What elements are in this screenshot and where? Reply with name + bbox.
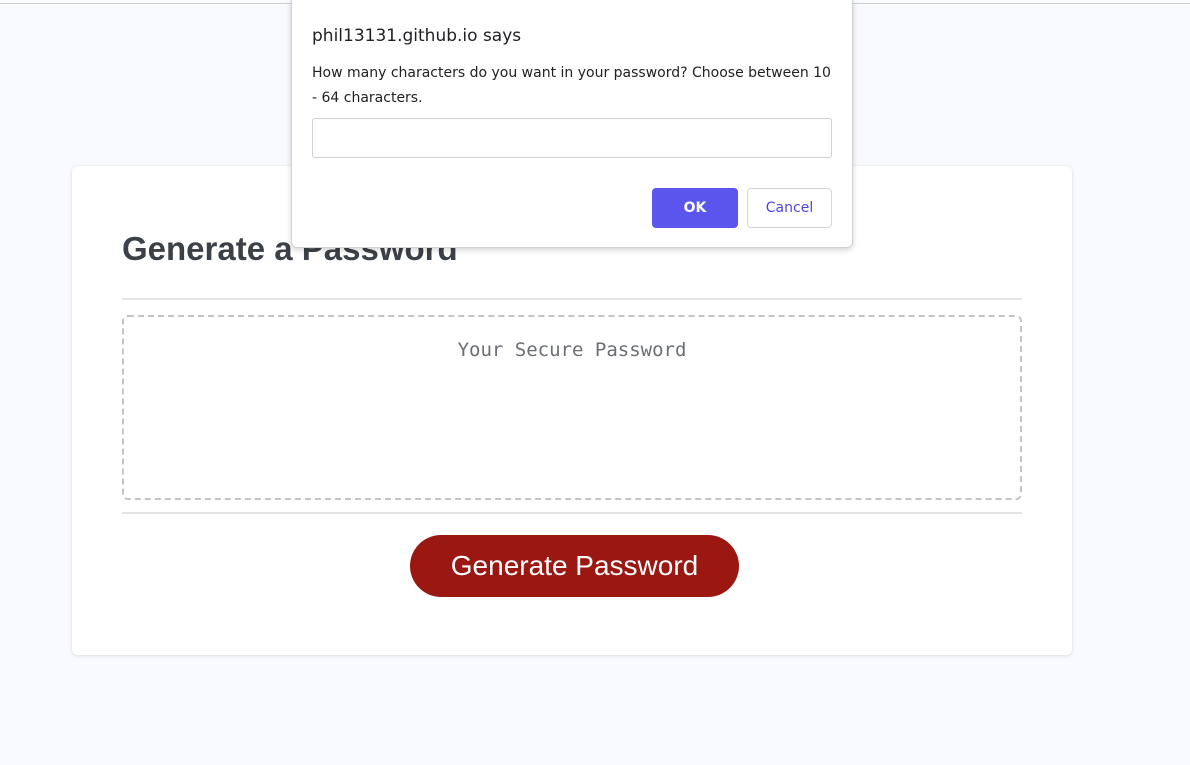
dialog-text-input[interactable] — [312, 118, 832, 158]
dialog-message: How many characters do you want in your … — [312, 65, 831, 106]
prompt-dialog: phil13131.github.io says How many charac… — [291, 0, 853, 248]
password-output[interactable] — [122, 315, 1022, 500]
dialog-origin-title: phil13131.github.io says — [312, 26, 522, 46]
cancel-button[interactable]: Cancel — [747, 188, 832, 228]
card-header-divider — [122, 298, 1022, 300]
ok-button[interactable]: OK — [652, 188, 738, 228]
card-footer-divider — [122, 512, 1022, 514]
generate-password-button[interactable]: Generate Password — [410, 535, 739, 597]
